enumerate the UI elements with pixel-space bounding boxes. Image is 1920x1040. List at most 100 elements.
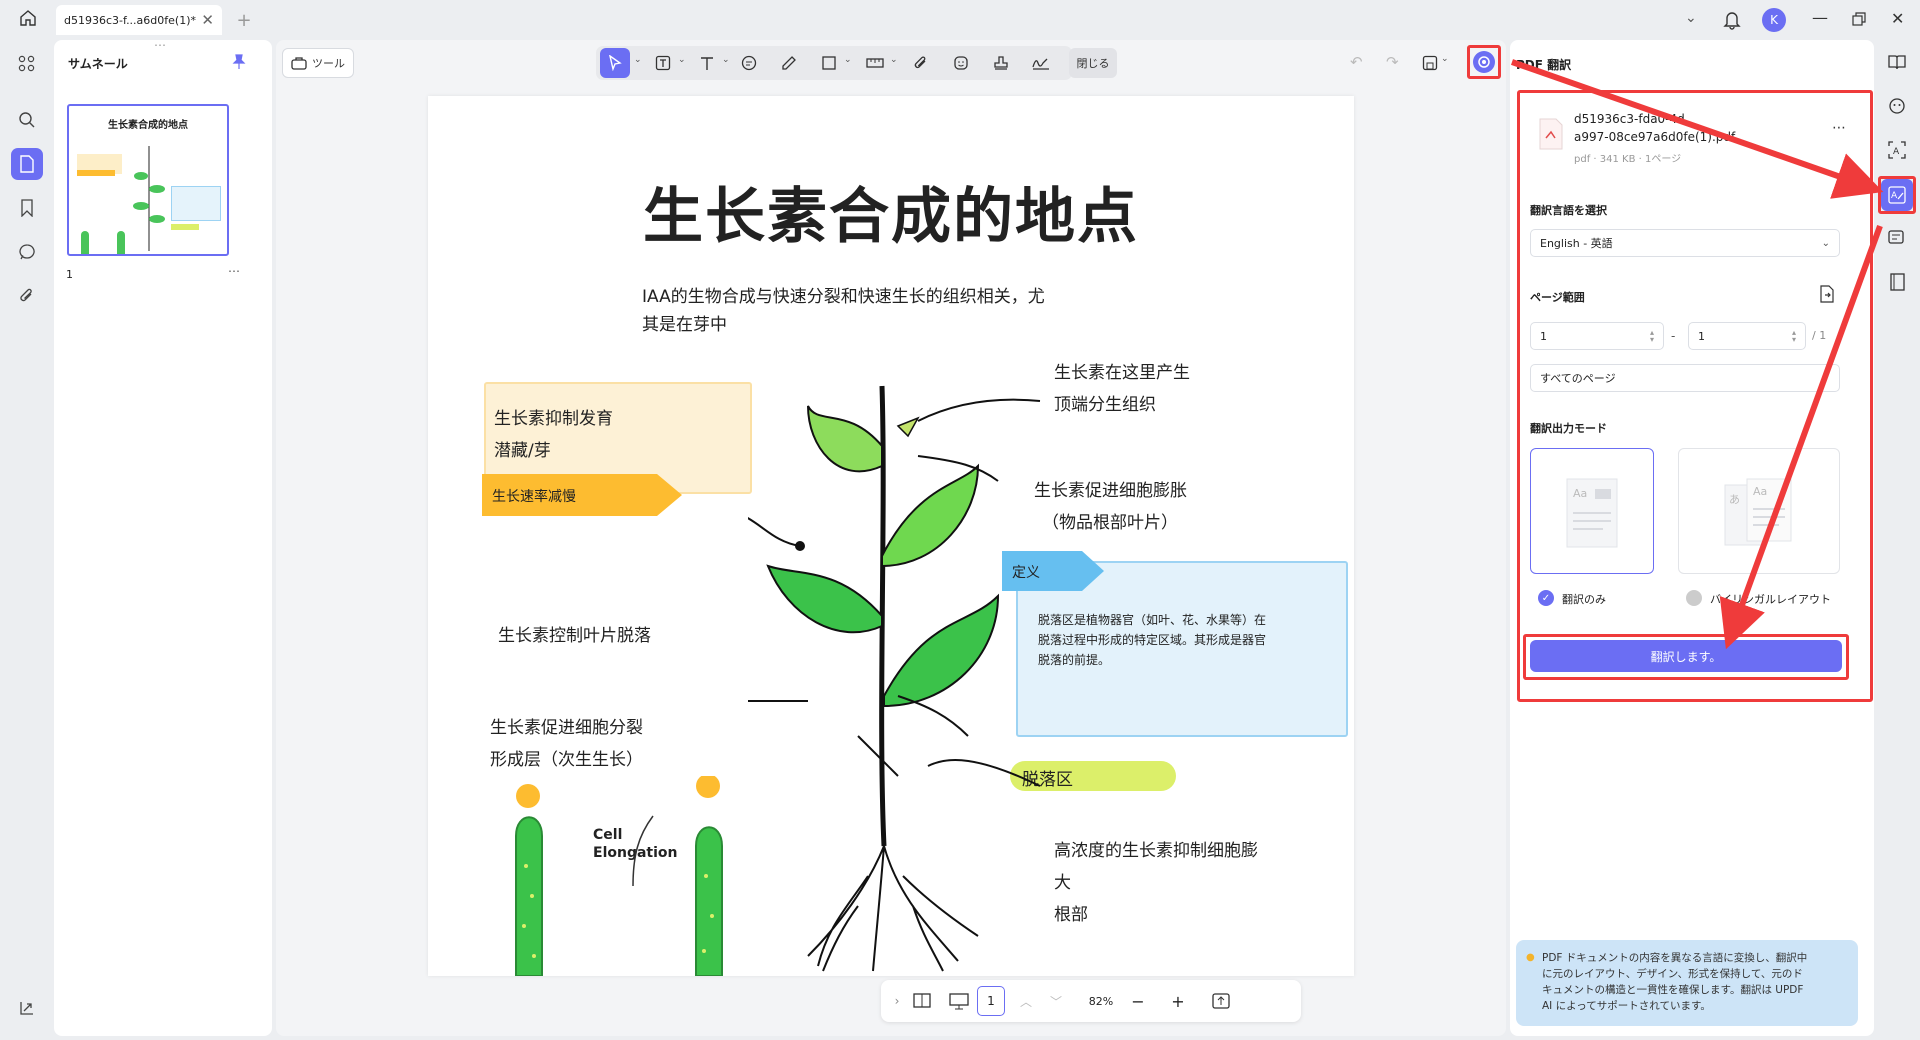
- range-from-input[interactable]: 1 ▴ ▾: [1530, 322, 1664, 350]
- translate-button[interactable]: 翻訳します。: [1530, 640, 1842, 672]
- fit-page-icon[interactable]: [1211, 986, 1231, 1016]
- language-select[interactable]: English - 英語 ⌄: [1530, 229, 1840, 257]
- file-more-icon[interactable]: ⋯: [1832, 120, 1846, 136]
- measure-tool-button[interactable]: [862, 48, 888, 78]
- avatar[interactable]: K: [1762, 8, 1786, 32]
- chevron-down-icon[interactable]: ⌄: [1685, 10, 1697, 26]
- svg-text:A: A: [1891, 191, 1898, 201]
- form-button[interactable]: [1881, 222, 1913, 254]
- division-line-1: 生长素促进细胞分裂: [490, 718, 643, 738]
- root-label-2: 大: [1054, 873, 1071, 893]
- zoom-out-icon[interactable]: −: [1129, 986, 1147, 1016]
- annotation-highlight-panel: [1517, 90, 1873, 702]
- bookmarks-button[interactable]: [11, 192, 43, 224]
- range-to-input[interactable]: 1 ▴ ▾: [1688, 322, 1806, 350]
- info-text: PDF ドキュメントの内容を異なる言語に変換し、翻訳中 に元のレイアウト、デザイ…: [1542, 950, 1807, 1014]
- search-button[interactable]: [11, 104, 43, 136]
- minimize-icon[interactable]: —: [1812, 8, 1828, 27]
- textbox-dropdown-icon[interactable]: ⌄: [678, 55, 686, 65]
- measure-dropdown-icon[interactable]: ⌄: [890, 55, 898, 65]
- home-button[interactable]: [14, 8, 42, 32]
- pages-button[interactable]: [1881, 266, 1913, 298]
- text-dropdown-icon[interactable]: ⌄: [722, 55, 730, 65]
- thumbnail-title: 生长素合成的地点: [108, 120, 188, 131]
- drag-handle-icon[interactable]: ⋯: [154, 38, 167, 52]
- intro-line-1: IAA的生物合成与快速分裂和快速生长的组织相关，尤: [642, 287, 1045, 307]
- thumbnail-panel: ⋯ サムネール 生长素合成的地点 1 ⋯: [54, 38, 272, 1036]
- thumbnail-more-icon[interactable]: ⋯: [228, 264, 240, 278]
- rectangle-icon: [822, 56, 836, 70]
- stamp-tool-button[interactable]: [988, 48, 1014, 78]
- text-icon: [701, 57, 713, 70]
- inhibit-line-2: 潜藏/芽: [494, 441, 551, 461]
- document-tab[interactable]: d51936c3-f...a6d0fe(1)* ✕: [56, 5, 222, 35]
- next-page-icon[interactable]: ﹀: [1047, 986, 1065, 1016]
- presentation-icon[interactable]: [947, 986, 971, 1016]
- lightbulb-icon: ●: [1526, 952, 1535, 963]
- translate-tool-button[interactable]: A: [1881, 179, 1913, 211]
- bilingual-radio[interactable]: [1686, 590, 1702, 606]
- thumbnails-button[interactable]: [11, 148, 43, 180]
- all-pages-select[interactable]: すべてのページ: [1530, 364, 1840, 392]
- undo-icon[interactable]: ↶: [1350, 53, 1363, 71]
- ai-assistant-button[interactable]: [1473, 51, 1495, 73]
- cursor-icon: [609, 55, 622, 71]
- paperclip-icon: [20, 288, 32, 302]
- translate-panel-title: PDF 翻訳: [1516, 58, 1572, 72]
- textbox-tool-button[interactable]: [650, 48, 676, 78]
- redo-icon[interactable]: ↷: [1386, 53, 1399, 71]
- save-icon[interactable]: [1422, 55, 1438, 71]
- document-preview-icon: Aa: [1566, 478, 1618, 548]
- expand-icon[interactable]: ›: [887, 986, 907, 1016]
- attach-tool-button[interactable]: [908, 48, 934, 78]
- text-box-icon: [655, 55, 671, 71]
- stepper-icon[interactable]: ▴ ▾: [1650, 329, 1654, 344]
- mode-bilingual-card[interactable]: あ Aa: [1678, 448, 1840, 574]
- ocr-button[interactable]: A: [1881, 134, 1913, 166]
- pin-icon[interactable]: [232, 54, 246, 70]
- restore-icon[interactable]: [1852, 12, 1866, 26]
- shape-dropdown-icon[interactable]: ⌄: [844, 55, 852, 65]
- reader-button[interactable]: [1881, 46, 1913, 78]
- signature-tool-button[interactable]: [1026, 48, 1056, 78]
- select-dropdown-icon[interactable]: ⌄: [634, 55, 642, 65]
- zoom-in-icon[interactable]: +: [1169, 986, 1187, 1016]
- info-line-4: AI によってサポートされています。: [1542, 1000, 1711, 1012]
- close-tools-button[interactable]: 閉じる: [1069, 48, 1117, 78]
- translate-only-radio[interactable]: ✓: [1538, 590, 1554, 606]
- window-close-icon[interactable]: ✕: [1891, 9, 1904, 28]
- ai-chat-button[interactable]: [1881, 90, 1913, 122]
- page-range-icon[interactable]: [1819, 285, 1835, 303]
- definition-line-1: 脱落区是植物器官（如叶、花、水果等）在: [1038, 613, 1267, 627]
- pencil-tool-button[interactable]: [776, 48, 802, 78]
- mode-translate-only-card[interactable]: Aa: [1530, 448, 1654, 574]
- svg-text:Aa: Aa: [1573, 487, 1587, 500]
- close-tab-icon[interactable]: ✕: [201, 11, 214, 29]
- stamp-icon: [994, 56, 1008, 70]
- apps-button[interactable]: [11, 48, 43, 80]
- save-dropdown-icon[interactable]: ⌄: [1441, 54, 1449, 64]
- select-tool-button[interactable]: [600, 48, 630, 78]
- page-number-input[interactable]: 1: [977, 986, 1005, 1016]
- info-line-1: PDF ドキュメントの内容を異なる言語に変換し、翻訳中: [1542, 952, 1808, 964]
- file-card: d51936c3-fda0-4d a997-08ce97a6d0fe(1).pd…: [1530, 106, 1852, 180]
- prev-page-icon[interactable]: ︿: [1017, 986, 1035, 1016]
- translate-icon: A: [1888, 186, 1906, 204]
- file-name-line-1: d51936c3-fda0-4d: [1574, 112, 1685, 126]
- comment-tool-button[interactable]: [736, 48, 762, 78]
- shape-tool-button[interactable]: [816, 48, 842, 78]
- info-line-3: キュメントの構造と一貫性を確保します。翻訳は UPDF: [1542, 984, 1804, 996]
- attachments-button[interactable]: [11, 280, 43, 312]
- text-tool-button[interactable]: [694, 48, 720, 78]
- sidebar-toggle-button[interactable]: [11, 992, 43, 1024]
- bell-icon[interactable]: [1723, 10, 1741, 30]
- stepper-icon[interactable]: ▴ ▾: [1792, 329, 1796, 344]
- new-tab-button[interactable]: +: [232, 8, 256, 32]
- comments-button[interactable]: [11, 236, 43, 268]
- sticker-tool-button[interactable]: [948, 48, 974, 78]
- zoom-level[interactable]: 82%: [1083, 986, 1119, 1016]
- page-view-icon[interactable]: [911, 986, 933, 1016]
- tools-button[interactable]: ツール: [282, 48, 354, 78]
- page-thumbnail[interactable]: 生长素合成的地点: [67, 104, 229, 256]
- expand-label-1: 生长素促进细胞膨胀: [1034, 481, 1187, 501]
